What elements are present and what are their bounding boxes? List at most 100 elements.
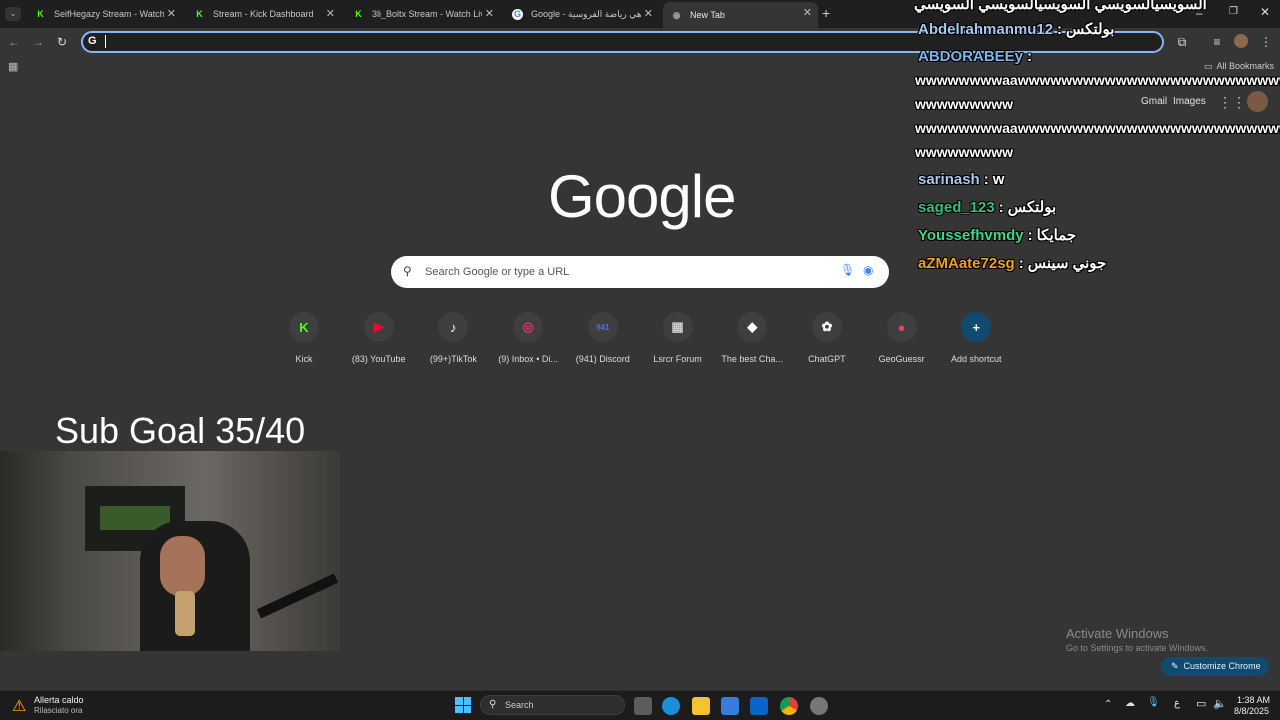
- shortcut-label: GeoGuessr: [878, 354, 925, 364]
- tab-1[interactable]: K SeifHegazy Stream - Watch Live✕: [27, 3, 182, 25]
- close-tab-icon[interactable]: ✕: [644, 7, 653, 20]
- shortcut-label: (83) YouTube: [351, 354, 406, 364]
- show-hidden-icons[interactable]: ⌃: [1104, 699, 1112, 710]
- google-g-icon: G: [88, 35, 97, 47]
- shortcut-favicon: ▦: [662, 312, 693, 342]
- tab-5[interactable]: ◉ New Tab ✕: [663, 2, 818, 28]
- chat-text: بولتكس: [1007, 199, 1057, 216]
- customize-chrome-button[interactable]: ✎ Customize Chrome: [1161, 657, 1269, 676]
- images-link[interactable]: Images: [1173, 96, 1206, 107]
- close-tab-icon[interactable]: ✕: [803, 6, 812, 19]
- close-tab-icon[interactable]: ✕: [167, 7, 176, 20]
- profile-avatar[interactable]: [1234, 34, 1248, 48]
- shortcut-label: The best Cha...: [721, 354, 783, 364]
- lens-icon[interactable]: ◉: [863, 263, 873, 277]
- media-icon[interactable]: ≡: [1209, 34, 1225, 50]
- shortcut-tile[interactable]: ● GeoGuessr: [864, 312, 940, 364]
- shortcut-tile[interactable]: 941 (941) Discord: [565, 312, 641, 364]
- chat-separator: :: [1018, 255, 1024, 272]
- voice-search-icon[interactable]: 🎙: [840, 263, 855, 277]
- shortcut-label: (99+)TikTok: [429, 354, 477, 364]
- search-box[interactable]: ⚲ Search Google or type a URL 🎙 ◉: [391, 256, 889, 288]
- tab-title: 3li_Boltx Stream - Watch Live o: [372, 9, 482, 19]
- shortcut-tile[interactable]: ✿ ChatGPT: [789, 312, 865, 364]
- apps-grid-icon[interactable]: ▦: [8, 60, 18, 73]
- streamer-face: [160, 536, 205, 596]
- shortcut-tile[interactable]: + Add shortcut: [938, 312, 1014, 364]
- google-apps-icon[interactable]: ⋮⋮: [1218, 94, 1246, 111]
- chat-top-line: السويسيالسويسي السويسيالسويسي السويسي: [914, 0, 1207, 13]
- chat-message: Abdelrahmanmu12: بولتكس: [918, 20, 1114, 38]
- close-tab-icon[interactable]: ✕: [326, 7, 335, 20]
- network-icon[interactable]: ▭: [1196, 697, 1206, 710]
- chat-message: saged_123: بولتكس: [918, 198, 1056, 216]
- chat-username: aZMAate72sg: [918, 255, 1015, 272]
- add-icon: +: [961, 312, 992, 342]
- shortcut-label: ChatGPT: [808, 354, 846, 364]
- mic-icon[interactable]: 🎙: [1147, 697, 1160, 708]
- shortcut-tile[interactable]: ♪ (99+)TikTok: [415, 312, 491, 364]
- start-button[interactable]: [455, 697, 471, 713]
- tab-2[interactable]: K Stream - Kick Dashboard ✕: [186, 3, 341, 25]
- file-explorer-icon[interactable]: [692, 697, 710, 715]
- search-input[interactable]: Search Google or type a URL: [425, 266, 569, 278]
- onedrive-icon[interactable]: ☁: [1125, 698, 1135, 709]
- back-icon[interactable]: ←: [6, 34, 22, 50]
- tab-title: Stream - Kick Dashboard: [213, 9, 314, 19]
- chat-username: ABDORABEEy: [918, 48, 1024, 65]
- shortcut-favicon: ●: [886, 312, 917, 342]
- volume-icon[interactable]: 🔈: [1213, 697, 1227, 710]
- shortcut-tile[interactable]: ◎ (9) Inbox • Di...: [490, 312, 566, 364]
- shortcut-label: Kick: [295, 354, 313, 364]
- close-window-button[interactable]: ✕: [1260, 5, 1270, 19]
- shortcut-favicon: ▶: [363, 312, 394, 342]
- language-indicator[interactable]: ع: [1174, 698, 1180, 709]
- new-tab-button[interactable]: +: [822, 5, 836, 21]
- shortcut-label: Lsrcr Forum: [653, 354, 702, 364]
- reload-icon[interactable]: ↻: [54, 34, 70, 50]
- menu-icon[interactable]: ⋮: [1258, 34, 1274, 50]
- chat-username: sarinash: [918, 171, 980, 188]
- activate-windows-subtitle: Go to Settings to activate Windows.: [1066, 643, 1209, 653]
- store-icon[interactable]: [721, 697, 739, 715]
- account-avatar[interactable]: [1247, 91, 1268, 112]
- shortcut-favicon: ◎: [513, 312, 544, 342]
- tab-4[interactable]: G Google - ما هي رياضة الفروسية✕: [504, 3, 659, 25]
- restore-button[interactable]: ❐: [1229, 6, 1238, 17]
- weather-title[interactable]: Allerta caldo: [34, 695, 84, 705]
- all-bookmarks-button[interactable]: ▭ All Bookmarks: [1204, 61, 1274, 72]
- shortcut-tile[interactable]: ▦ Lsrcr Forum: [640, 312, 716, 364]
- chat-separator: :: [1057, 21, 1063, 38]
- sub-goal-label: Sub Goal 35/40: [55, 410, 306, 451]
- shortcut-tile[interactable]: ◆ The best Cha...: [714, 312, 790, 364]
- chat-text: wwwwwwwww: [915, 96, 1014, 112]
- clock-time[interactable]: 1:38 AM: [1237, 695, 1270, 705]
- forward-icon[interactable]: →: [30, 34, 46, 50]
- gmail-link[interactable]: Gmail: [1141, 96, 1167, 107]
- extensions-icon[interactable]: ⧉: [1174, 34, 1190, 50]
- task-view-icon[interactable]: [634, 697, 652, 715]
- chat-message: aZMAate72sg: جوني سينس: [918, 254, 1106, 272]
- tab-title: SeifHegazy Stream - Watch Live: [54, 9, 164, 19]
- edge-icon[interactable]: [662, 697, 680, 715]
- search-icon: ⚲: [403, 264, 412, 278]
- clock-date[interactable]: 8/8/2025: [1234, 706, 1269, 716]
- shortcut-tile[interactable]: ▶ (83) YouTube: [341, 312, 417, 364]
- chat-message: wwwwwwwwaawwwwwwwwwwwwwwwwwwwwwwwwwwwwww: [915, 72, 1280, 89]
- chat-text: wwwwwwwwaawwwwwwwwwwwwwwwwwwwwwwwwwwwwww: [915, 120, 1280, 136]
- chat-text: wwwwwwwww: [915, 144, 1014, 160]
- settings-icon[interactable]: [810, 697, 828, 715]
- taskbar-search-label: Search: [505, 700, 534, 710]
- chat-separator: :: [1027, 48, 1033, 65]
- weather-warning-icon[interactable]: ⚠: [12, 696, 30, 715]
- outlook-icon[interactable]: [750, 697, 768, 715]
- shortcut-tile[interactable]: K Kick: [266, 312, 342, 364]
- tab-3[interactable]: K 3li_Boltx Stream - Watch Live o✕: [345, 3, 500, 25]
- taskbar-search[interactable]: ⚲ Search: [480, 695, 625, 715]
- shortcut-label: (941) Discord: [575, 354, 630, 364]
- chrome-taskbar-icon[interactable]: [780, 697, 798, 715]
- address-input[interactable]: [105, 35, 106, 48]
- chat-message: ABDORABEEy:: [918, 48, 1036, 65]
- close-tab-icon[interactable]: ✕: [485, 7, 494, 20]
- tab-search-button[interactable]: ⌄: [5, 7, 21, 21]
